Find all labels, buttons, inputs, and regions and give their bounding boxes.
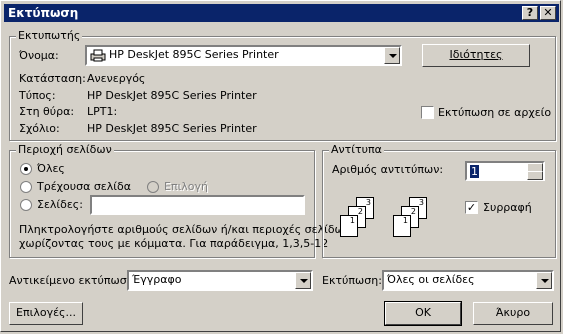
selection-radio	[147, 181, 159, 193]
window-title: Εκτύπωση	[8, 6, 79, 20]
all-pages-label[interactable]: Όλες	[37, 162, 65, 175]
collate-label[interactable]: Συρραφή	[483, 201, 532, 214]
chevron-down-icon	[541, 279, 549, 283]
copies-count-label: Αριθμός αντιτύπων:	[332, 163, 444, 176]
chevron-down-icon	[300, 279, 308, 283]
options-button[interactable]: Επιλογές...	[9, 302, 83, 325]
page-range-help-line1: Πληκτρολογήστε αριθμούς σελίδων ή/και πε…	[19, 223, 354, 236]
printer-icon	[90, 49, 106, 65]
properties-label: Ιδιότητες	[449, 48, 503, 61]
status-value: Ανενεργός	[87, 72, 146, 85]
print-dialog: Εκτύπωση ? ✕ Εκτυπωτής Όνομα: HP DeskJet…	[0, 0, 561, 332]
collate-page-1b: 1	[393, 215, 411, 237]
type-value: HP DeskJet 895C Series Printer	[87, 89, 257, 102]
properties-button[interactable]: Ιδιότητες	[422, 44, 530, 67]
copies-count-value: 1	[470, 165, 479, 178]
printer-name-dropdown[interactable]	[384, 47, 400, 64]
pages-radio[interactable]	[20, 199, 32, 211]
comment-label: Σχόλιο:	[19, 122, 60, 135]
chevron-down-icon	[389, 54, 397, 58]
pages-input[interactable]	[90, 195, 305, 215]
help-button[interactable]: ?	[522, 6, 538, 20]
selection-label: Επιλογή	[164, 180, 209, 193]
printer-legend: Εκτυπωτής	[16, 29, 83, 42]
ok-button[interactable]: OK	[384, 301, 462, 326]
port-value: LPT1:	[87, 105, 118, 118]
page-range-legend: Περιοχή σελίδων	[16, 143, 114, 156]
print-to-file-label[interactable]: Εκτύπωση σε αρχείο	[438, 106, 551, 119]
print-select[interactable]: Όλες οι σελίδες	[382, 270, 554, 291]
collate-checkbox[interactable]: ✓	[465, 201, 478, 214]
print-value: Όλες οι σελίδες	[387, 273, 475, 286]
current-page-label[interactable]: Τρέχουσα σελίδα	[37, 180, 131, 193]
title-bar[interactable]: Εκτύπωση ? ✕	[4, 4, 559, 22]
printer-name-value: HP DeskJet 895C Series Printer	[109, 48, 279, 61]
print-what-label: Αντικείμενο εκτύπωσης:	[9, 274, 144, 287]
print-what-value: Έγγραφο	[132, 273, 182, 286]
comment-value: HP DeskJet 895C Series Printer	[87, 122, 257, 135]
collate-page-1a: 1	[340, 215, 358, 237]
page-range-help-line2: χωρίζοντας τους με κόμματα. Για παράδειγ…	[19, 237, 329, 250]
status-label: Κατάσταση:	[19, 72, 86, 85]
copies-legend: Αντίτυπα	[329, 143, 384, 156]
type-label: Τύπος:	[19, 89, 56, 102]
cancel-button[interactable]: Άκυρο	[473, 302, 553, 325]
pages-label[interactable]: Σελίδες:	[37, 198, 83, 211]
all-pages-radio[interactable]	[20, 163, 32, 175]
print-what-select[interactable]: Έγγραφο	[127, 270, 313, 291]
current-page-radio[interactable]	[20, 181, 32, 193]
print-dropdown[interactable]	[536, 272, 552, 289]
print-label: Εκτύπωση:	[322, 274, 382, 287]
printer-name-select[interactable]: HP DeskJet 895C Series Printer	[85, 45, 402, 66]
print-to-file-checkbox[interactable]	[421, 106, 434, 119]
print-what-dropdown[interactable]	[295, 272, 311, 289]
copies-spin-down[interactable]	[527, 171, 543, 180]
close-button[interactable]: ✕	[540, 6, 556, 20]
printer-name-label: Όνομα:	[19, 49, 59, 62]
port-label: Στη θύρα:	[19, 105, 75, 118]
